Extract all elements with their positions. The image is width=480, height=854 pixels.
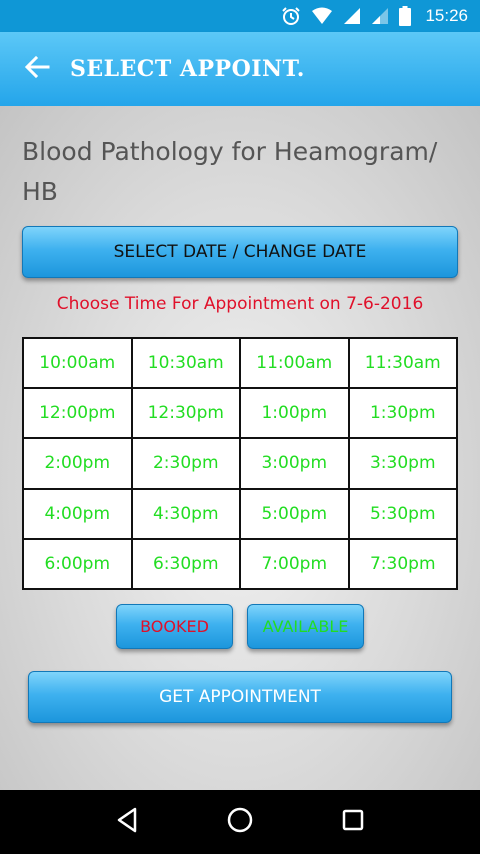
time-slot[interactable]: 11:00am (241, 339, 348, 388)
time-slot-grid: 10:00am 10:30am 11:00am 11:30am 12:00pm … (22, 337, 458, 590)
nav-recents-button[interactable] (323, 792, 383, 852)
status-bar: 15:26 (0, 0, 480, 32)
page-title: SELECT APPOINT. (70, 56, 305, 82)
time-slot[interactable]: 11:30am (349, 339, 456, 388)
booked-legend-button[interactable]: BOOKED (116, 604, 233, 649)
app-bar: SELECT APPOINT. (0, 32, 480, 106)
time-slot[interactable]: 7:00pm (241, 539, 348, 588)
time-slot[interactable]: 7:30pm (349, 539, 456, 588)
nav-home-button[interactable] (210, 792, 270, 852)
battery-icon (399, 6, 412, 26)
time-slot[interactable]: 12:00pm (24, 389, 131, 438)
get-appointment-button[interactable]: GET APPOINTMENT (28, 671, 452, 723)
back-button[interactable] (12, 32, 62, 106)
test-name: Blood Pathology for Heamogram/ HB (22, 137, 438, 206)
time-slot[interactable]: 6:00pm (24, 539, 131, 588)
arrow-left-icon (24, 55, 50, 82)
select-date-button[interactable]: SELECT DATE / CHANGE DATE (22, 226, 458, 278)
recents-square-icon (341, 808, 365, 836)
time-slot[interactable]: 2:00pm (24, 439, 131, 488)
time-slot[interactable]: 4:00pm (24, 489, 131, 538)
signal-icon (343, 7, 361, 25)
status-time: 15:26 (425, 6, 468, 25)
time-slot[interactable]: 3:00pm (241, 439, 348, 488)
main-content: Blood Pathology for Heamogram/ HB SELECT… (0, 106, 480, 790)
time-slot[interactable]: 2:30pm (132, 439, 239, 488)
time-slot[interactable]: 10:30am (132, 339, 239, 388)
time-slot[interactable]: 12:30pm (132, 389, 239, 438)
available-legend-button[interactable]: AVAILABLE (247, 604, 364, 649)
wifi-icon (311, 7, 333, 25)
system-nav-bar (0, 790, 480, 854)
time-slot[interactable]: 1:00pm (241, 389, 348, 438)
time-slot[interactable]: 5:00pm (241, 489, 348, 538)
time-slot[interactable]: 5:30pm (349, 489, 456, 538)
appointment-date-label: Choose Time For Appointment on 7-6-2016 (56, 294, 424, 314)
signal-weak-icon (371, 7, 389, 25)
time-slot[interactable]: 4:30pm (132, 489, 239, 538)
time-slot[interactable]: 1:30pm (349, 389, 456, 438)
home-circle-icon (226, 806, 254, 838)
alarm-icon (281, 6, 301, 26)
time-slot[interactable]: 10:00am (24, 339, 131, 388)
back-triangle-icon (115, 807, 139, 837)
nav-back-button[interactable] (97, 792, 157, 852)
time-slot[interactable]: 3:30pm (349, 439, 456, 488)
time-slot[interactable]: 6:30pm (132, 539, 239, 588)
